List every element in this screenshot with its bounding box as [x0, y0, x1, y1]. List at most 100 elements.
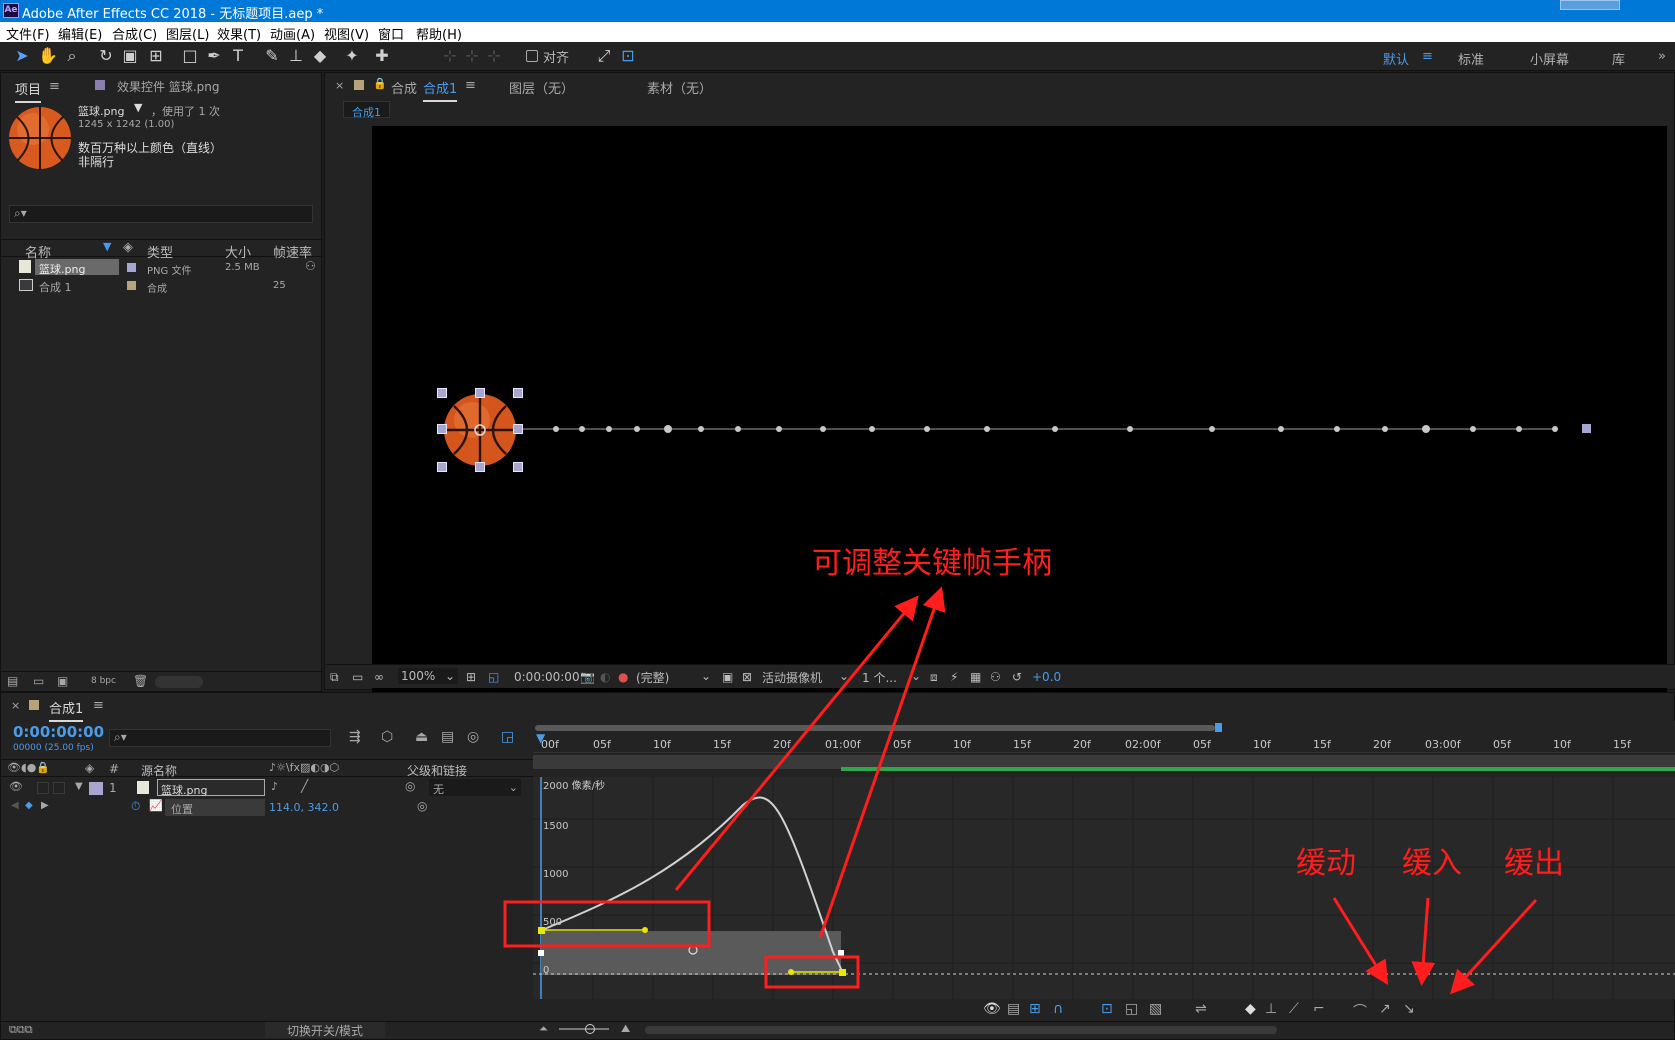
- basketball-layer[interactable]: [442, 392, 518, 468]
- easy-ease-icon[interactable]: ⌒: [1353, 1001, 1367, 1021]
- workspace-menu-icon[interactable]: ≡: [1422, 49, 1433, 64]
- next-keyframe-icon[interactable]: ▶: [41, 800, 49, 811]
- new-folder-icon[interactable]: ▭: [33, 674, 44, 688]
- snap-icon[interactable]: ∩: [1053, 1001, 1063, 1017]
- axis-world-icon[interactable]: ⊹: [462, 46, 482, 66]
- playhead-icon[interactable]: ▼: [536, 732, 546, 745]
- flowchart-icon[interactable]: ⚇: [305, 259, 316, 273]
- shy-switch-icon[interactable]: ♪: [271, 780, 278, 793]
- clone-stamp-tool-icon[interactable]: ⊥: [286, 46, 306, 66]
- vr-mask-icon[interactable]: ∞: [374, 670, 384, 684]
- display-monitor-icon[interactable]: ▭: [352, 670, 363, 684]
- graph-editor-icon[interactable]: ◲: [501, 729, 514, 745]
- new-composition-icon[interactable]: ▣: [57, 674, 68, 688]
- motion-blur-icon[interactable]: ◎: [467, 729, 479, 745]
- easy-ease-out-icon[interactable]: ↘: [1403, 1001, 1415, 1017]
- menu-composition[interactable]: 合成(C): [112, 24, 157, 43]
- lock-icon[interactable]: 🔒: [373, 77, 387, 90]
- prev-keyframe-icon[interactable]: ◀: [11, 800, 19, 811]
- transform-handle[interactable]: [475, 388, 485, 398]
- flowchart-icon[interactable]: ⚇: [990, 670, 1001, 684]
- col-source-name[interactable]: 源名称: [141, 762, 177, 779]
- position-value[interactable]: 114.0, 342.0: [269, 801, 339, 814]
- mask-visibility-icon[interactable]: ◱: [488, 670, 499, 684]
- thumbnail-slider[interactable]: [155, 676, 203, 688]
- resolution-select[interactable]: (完整) ⌄: [634, 668, 714, 685]
- transform-handle[interactable]: [437, 462, 447, 472]
- tab-layer[interactable]: 图层（无）: [509, 78, 574, 97]
- menu-window[interactable]: 窗口: [378, 24, 404, 43]
- workspace-libraries[interactable]: 库: [1612, 49, 1625, 68]
- menu-layer[interactable]: 图层(L): [166, 24, 209, 43]
- snap-options-icon[interactable]: ⤢: [594, 46, 614, 66]
- puppet-pin-tool-icon[interactable]: ✚: [372, 46, 392, 66]
- menu-animation[interactable]: 动画(A): [270, 24, 315, 43]
- convert-linear-icon[interactable]: ⟋: [1289, 1001, 1299, 1017]
- toggle-switches-modes[interactable]: 切换开关/模式: [265, 1022, 385, 1038]
- transform-box-icon[interactable]: ⊞: [1029, 1001, 1041, 1017]
- motion-path-keyframe[interactable]: [1422, 425, 1430, 433]
- pan-behind-tool-icon[interactable]: ⊞: [146, 46, 166, 66]
- parent-select[interactable]: 无 ⌄: [429, 779, 521, 796]
- panel-menu-icon[interactable]: ≡: [49, 79, 60, 94]
- project-search-input[interactable]: ⌕▾: [9, 205, 313, 223]
- channel-rgb-icon[interactable]: ●: [618, 670, 628, 684]
- layer-name-field[interactable]: 篮球.png: [157, 779, 265, 797]
- quality-switch-icon[interactable]: ╱: [301, 779, 308, 793]
- transform-handle[interactable]: [475, 462, 485, 472]
- tab-footage[interactable]: 素材（无）: [647, 78, 712, 97]
- time-ruler[interactable]: 00f 05f 10f 15f 20f 01:00f 05f 10f 15f 2…: [533, 721, 1675, 777]
- comp-canvas[interactable]: [372, 126, 1667, 716]
- timeline-search-input[interactable]: ⌕▾: [109, 729, 331, 747]
- sort-arrow-icon[interactable]: ▼: [103, 240, 111, 253]
- timeline-scrollbar[interactable]: [645, 1026, 1277, 1034]
- pickwhip-icon[interactable]: ◎: [417, 799, 427, 813]
- expand-layer-icon[interactable]: ▼: [75, 781, 83, 792]
- work-area-bar[interactable]: [535, 725, 1215, 731]
- interpret-footage-icon[interactable]: ▤: [7, 674, 18, 688]
- transform-handle[interactable]: [513, 462, 523, 472]
- hand-tool-icon[interactable]: ✋: [38, 46, 58, 66]
- transform-handle[interactable]: [513, 424, 523, 434]
- panel-menu-icon[interactable]: ≡: [93, 698, 104, 713]
- zoom-tool-icon[interactable]: ⌕: [62, 46, 82, 66]
- workspace-small-screen[interactable]: 小屏幕: [1530, 49, 1569, 68]
- transform-handle[interactable]: [513, 388, 523, 398]
- pen-tool-icon[interactable]: ✒: [204, 46, 224, 66]
- fit-region-icon[interactable]: ⊞: [466, 670, 476, 684]
- label-tag-icon[interactable]: ◈: [123, 240, 133, 255]
- timeline-timecode[interactable]: 0:00:00:00: [13, 723, 104, 741]
- window-controls[interactable]: [1560, 0, 1620, 10]
- tab-composition[interactable]: 合成: [391, 78, 417, 97]
- tab-project[interactable]: 项目: [15, 79, 42, 103]
- views-select[interactable]: 1 个... ⌄: [860, 668, 924, 685]
- fit-selection-icon[interactable]: ◱: [1125, 1001, 1138, 1017]
- camera-tool-icon[interactable]: ▣: [120, 46, 140, 66]
- graph-include-icon[interactable]: 📈: [149, 799, 163, 812]
- convert-hold-icon[interactable]: ⊥: [1265, 1001, 1277, 1017]
- show-properties-icon[interactable]: 👁: [983, 1001, 1001, 1017]
- snap-grid-icon[interactable]: ⊡: [618, 46, 638, 66]
- toggle-pixel-aspect-icon[interactable]: ⧈: [930, 670, 938, 685]
- region-of-interest-icon[interactable]: ▣: [722, 670, 733, 684]
- motion-path-end-keyframe[interactable]: [1582, 424, 1591, 433]
- exposure-value[interactable]: +0.0: [1032, 670, 1061, 684]
- transform-handle[interactable]: [437, 424, 447, 434]
- brush-tool-icon[interactable]: ✎: [262, 46, 282, 66]
- easy-ease-in-icon[interactable]: ↗: [1379, 1001, 1391, 1017]
- zoom-select[interactable]: 100% ⌄: [398, 668, 458, 684]
- close-icon[interactable]: ×: [11, 699, 20, 712]
- solo-toggle[interactable]: [53, 782, 65, 794]
- auto-zoom-height-icon[interactable]: ⊡: [1101, 1001, 1113, 1017]
- transform-handle[interactable]: [437, 388, 447, 398]
- item-dropdown-icon[interactable]: ▼: [134, 101, 142, 114]
- workspace-default[interactable]: 默认: [1383, 49, 1409, 68]
- workspace-standard[interactable]: 标准: [1458, 49, 1484, 68]
- zoom-in-icon[interactable]: ⛰: [621, 1022, 630, 1036]
- pickwhip-icon[interactable]: ◎: [405, 779, 415, 793]
- bpc-label[interactable]: 8 bpc: [91, 676, 116, 686]
- menu-effect[interactable]: 效果(T): [217, 24, 261, 43]
- zoom-slider-handle[interactable]: [585, 1024, 595, 1034]
- menu-help[interactable]: 帮助(H): [416, 24, 462, 43]
- label-swatch[interactable]: [127, 263, 136, 272]
